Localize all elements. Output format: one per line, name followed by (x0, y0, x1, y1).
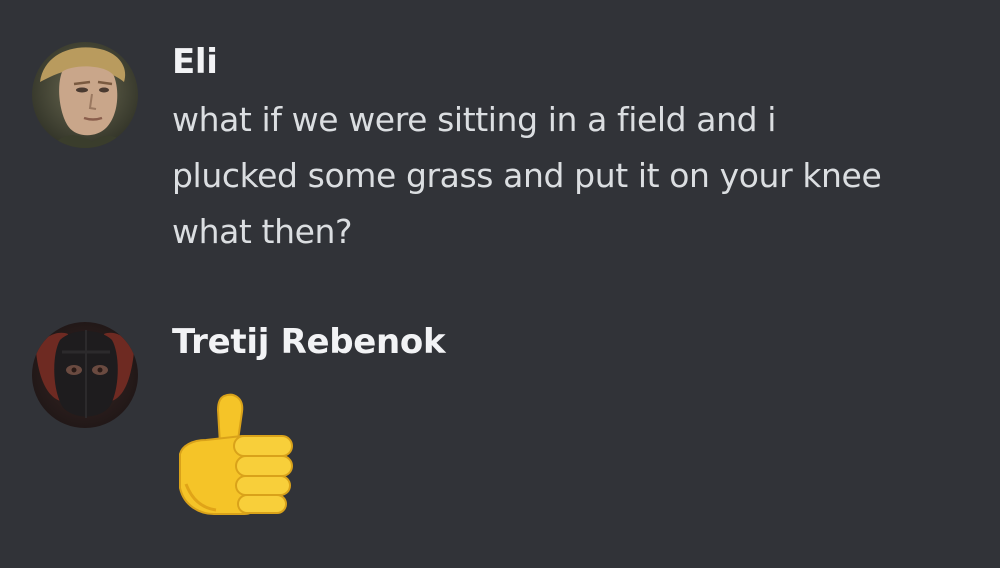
author-name[interactable]: Eli (172, 38, 972, 86)
message-line: what then? (172, 212, 353, 251)
message-content: Eli what if we were sitting in a field a… (172, 38, 972, 260)
thumbs-up-icon (179, 393, 293, 515)
message-text: what if we were sitting in a field and i… (172, 92, 972, 260)
message-line: what if we were sitting in a field and i (172, 100, 777, 139)
user-avatar-tretij-icon (32, 322, 138, 428)
avatar-eli[interactable] (32, 42, 138, 148)
avatar-tretij[interactable] (32, 322, 138, 428)
message-content: Tretij Rebenok (172, 318, 972, 520)
author-name[interactable]: Tretij Rebenok (172, 318, 972, 366)
user-avatar-eli-icon (32, 42, 138, 148)
message-line: plucked some grass and put it on your kn… (172, 156, 882, 195)
emoji-reaction (172, 388, 296, 520)
